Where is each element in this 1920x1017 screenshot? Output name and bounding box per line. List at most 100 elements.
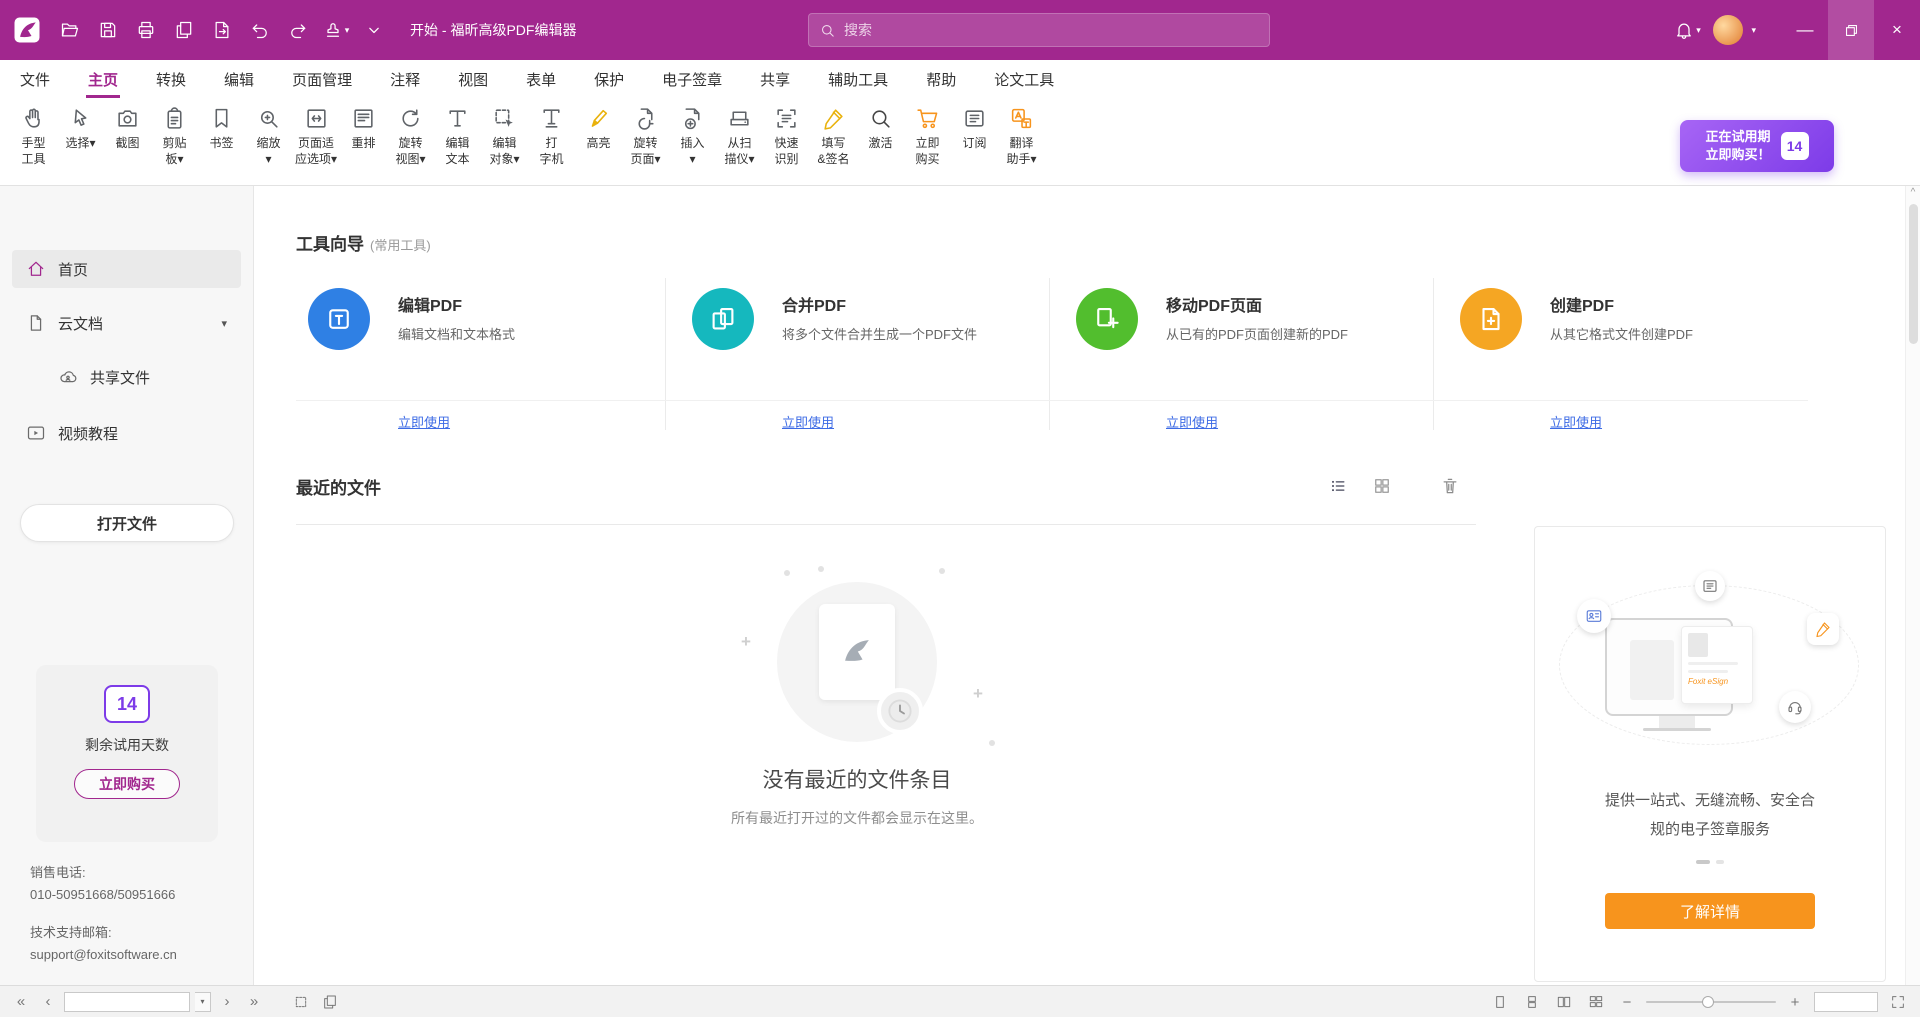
menu-item-view[interactable]: 视图	[456, 60, 490, 98]
sidebar-item-home[interactable]: 首页	[12, 250, 241, 288]
list-view-button[interactable]	[1326, 474, 1350, 498]
tool-card-create-pdf[interactable]: 创建PDF 从其它格式文件创建PDF 立即使用	[1448, 284, 1808, 434]
single-page-view-button[interactable]	[1488, 991, 1512, 1013]
menu-item-share[interactable]: 共享	[758, 60, 792, 98]
two-page-view-button[interactable]	[1552, 991, 1576, 1013]
avatar[interactable]	[1713, 15, 1743, 45]
menu-item-file[interactable]: 文件	[18, 60, 52, 98]
ribbon-rotate-view[interactable]: 旋转 视图▾	[387, 106, 434, 167]
minimize-button[interactable]: —	[1782, 0, 1828, 60]
ribbon-clipboard[interactable]: 剪贴 板▾	[151, 106, 198, 167]
merge-pdf-use-link[interactable]: 立即使用	[782, 412, 834, 431]
next-page-button[interactable]: ›	[216, 991, 238, 1013]
ribbon-insert[interactable]: 插入 ▾	[669, 106, 716, 167]
snapshot-button[interactable]	[289, 991, 313, 1013]
grid-view-button[interactable]	[1370, 474, 1394, 498]
menu-item-accessibility[interactable]: 辅助工具	[826, 60, 890, 98]
support-email[interactable]: support@foxitsoftware.cn	[30, 944, 177, 966]
create-pdf-use-link[interactable]: 立即使用	[1550, 412, 1602, 431]
menu-item-help[interactable]: 帮助	[924, 60, 958, 98]
toolbar-options-button[interactable]	[358, 13, 390, 47]
maximize-button[interactable]	[1828, 0, 1874, 60]
zoom-out-button[interactable]: −	[1616, 991, 1638, 1013]
redo-button[interactable]	[282, 13, 314, 47]
edit-pdf-use-link[interactable]: 立即使用	[398, 412, 450, 431]
ribbon-edit-object[interactable]: 编辑 对象▾	[481, 106, 528, 167]
ribbon-subscribe[interactable]: 订阅	[951, 106, 998, 152]
undo-button[interactable]	[244, 13, 276, 47]
zoom-in-button[interactable]: +	[1784, 991, 1806, 1013]
ribbon-typewriter[interactable]: 打 字机	[528, 106, 575, 167]
continuous-view-button[interactable]	[1520, 991, 1544, 1013]
menu-item-edit[interactable]: 编辑	[222, 60, 256, 98]
page-dropdown-button[interactable]: ▾	[195, 992, 211, 1012]
zoom-level-input[interactable]	[1814, 992, 1878, 1012]
carousel-dot[interactable]	[1716, 860, 1724, 864]
ribbon-highlight[interactable]: 高亮	[575, 106, 622, 152]
carousel-dot-active[interactable]	[1696, 860, 1710, 864]
move-pages-use-link[interactable]: 立即使用	[1166, 412, 1218, 431]
menu-item-home[interactable]: 主页	[86, 60, 120, 98]
menu-item-form[interactable]: 表单	[524, 60, 558, 98]
sidebar-item-cloud-docs[interactable]: 云文档 ▾	[12, 304, 241, 342]
export-document-button[interactable]	[206, 13, 238, 47]
ribbon-buy-now[interactable]: 立即 购买	[904, 106, 951, 167]
menu-item-page-manage[interactable]: 页面管理	[290, 60, 354, 98]
tool-card-merge-pdf[interactable]: 合并PDF 将多个文件合并生成一个PDF文件 立即使用	[680, 284, 1040, 434]
print-button[interactable]	[130, 13, 162, 47]
fullscreen-button[interactable]	[1886, 991, 1910, 1013]
ribbon-rotate-pages[interactable]: 旋转 页面▾	[622, 106, 669, 167]
sidebar-item-shared-files[interactable]: 共享文件	[12, 358, 241, 396]
close-button[interactable]: ×	[1874, 0, 1920, 60]
notifications-button[interactable]: ▾	[1671, 13, 1703, 47]
save-button[interactable]	[92, 13, 124, 47]
ribbon-reflow[interactable]: 重排	[340, 106, 387, 152]
caret-down-icon[interactable]: ▾	[221, 317, 227, 330]
copy-document-button[interactable]	[168, 13, 200, 47]
ribbon-from-scanner[interactable]: 从扫 描仪▾	[716, 106, 763, 167]
ribbon-snapshot[interactable]: 截图	[104, 106, 151, 152]
ribbon-select[interactable]: 选择▾	[57, 106, 104, 152]
ribbon-edit-text[interactable]: 编辑 文本	[434, 106, 481, 167]
sidebar-item-video-tutorials[interactable]: 视频教程	[12, 414, 241, 452]
account-caret-icon[interactable]: ▾	[1751, 26, 1756, 35]
trial-banner[interactable]: 正在试用期 立即购买！ 14	[1680, 120, 1834, 172]
ribbon-fill-sign[interactable]: 填写 &签名	[810, 106, 857, 167]
two-page-continuous-view-button[interactable]	[1584, 991, 1608, 1013]
open-file-button-sidebar[interactable]: 打开文件	[20, 504, 234, 542]
tool-card-edit-pdf[interactable]: 编辑PDF 编辑文档和文本格式 立即使用	[296, 284, 656, 434]
app-logo-icon[interactable]	[12, 15, 42, 45]
zoom-slider-handle[interactable]	[1702, 996, 1714, 1008]
grab-tool-button[interactable]: ▾	[320, 13, 352, 47]
zoom-slider[interactable]	[1646, 1001, 1776, 1003]
search-input[interactable]	[844, 22, 1259, 38]
scroll-up-icon[interactable]: ^	[1906, 186, 1920, 200]
card-divider	[665, 278, 666, 430]
content-scrollbar[interactable]: ^	[1905, 186, 1920, 985]
menu-item-esign[interactable]: 电子签章	[660, 60, 724, 98]
ribbon-activate[interactable]: 激活	[857, 106, 904, 152]
menu-item-paper-tools[interactable]: 论文工具	[992, 60, 1056, 98]
ribbon-zoom[interactable]: 缩放 ▾	[245, 106, 292, 167]
menu-item-protect[interactable]: 保护	[592, 60, 626, 98]
buy-now-button[interactable]: 立即购买	[74, 769, 180, 799]
open-file-button[interactable]	[54, 13, 86, 47]
ribbon-page-fit-options[interactable]: 页面适 应选项▾	[292, 106, 340, 167]
carousel-dots[interactable]	[1535, 860, 1885, 864]
last-page-button[interactable]: »	[243, 991, 265, 1013]
page-number-input[interactable]	[64, 992, 190, 1012]
scrollbar-thumb[interactable]	[1909, 204, 1918, 344]
duplicate-page-button[interactable]	[318, 991, 342, 1013]
ribbon-quick-ocr[interactable]: 快速 识别	[763, 106, 810, 167]
previous-page-button[interactable]: ‹	[37, 991, 59, 1013]
learn-more-button[interactable]: 了解详情	[1605, 893, 1815, 929]
tool-card-move-pages[interactable]: 移动PDF页面 从已有的PDF页面创建新的PDF 立即使用	[1064, 284, 1424, 434]
ribbon-hand-tool[interactable]: 手型 工具	[10, 106, 57, 167]
ribbon-bookmark[interactable]: 书签	[198, 106, 245, 152]
search-box[interactable]	[808, 13, 1270, 47]
first-page-button[interactable]: «	[10, 991, 32, 1013]
clear-recent-button[interactable]	[1438, 474, 1462, 498]
menu-item-comment[interactable]: 注释	[388, 60, 422, 98]
ribbon-translate-assistant[interactable]: 翻译 助手▾	[998, 106, 1045, 167]
menu-item-convert[interactable]: 转换	[154, 60, 188, 98]
